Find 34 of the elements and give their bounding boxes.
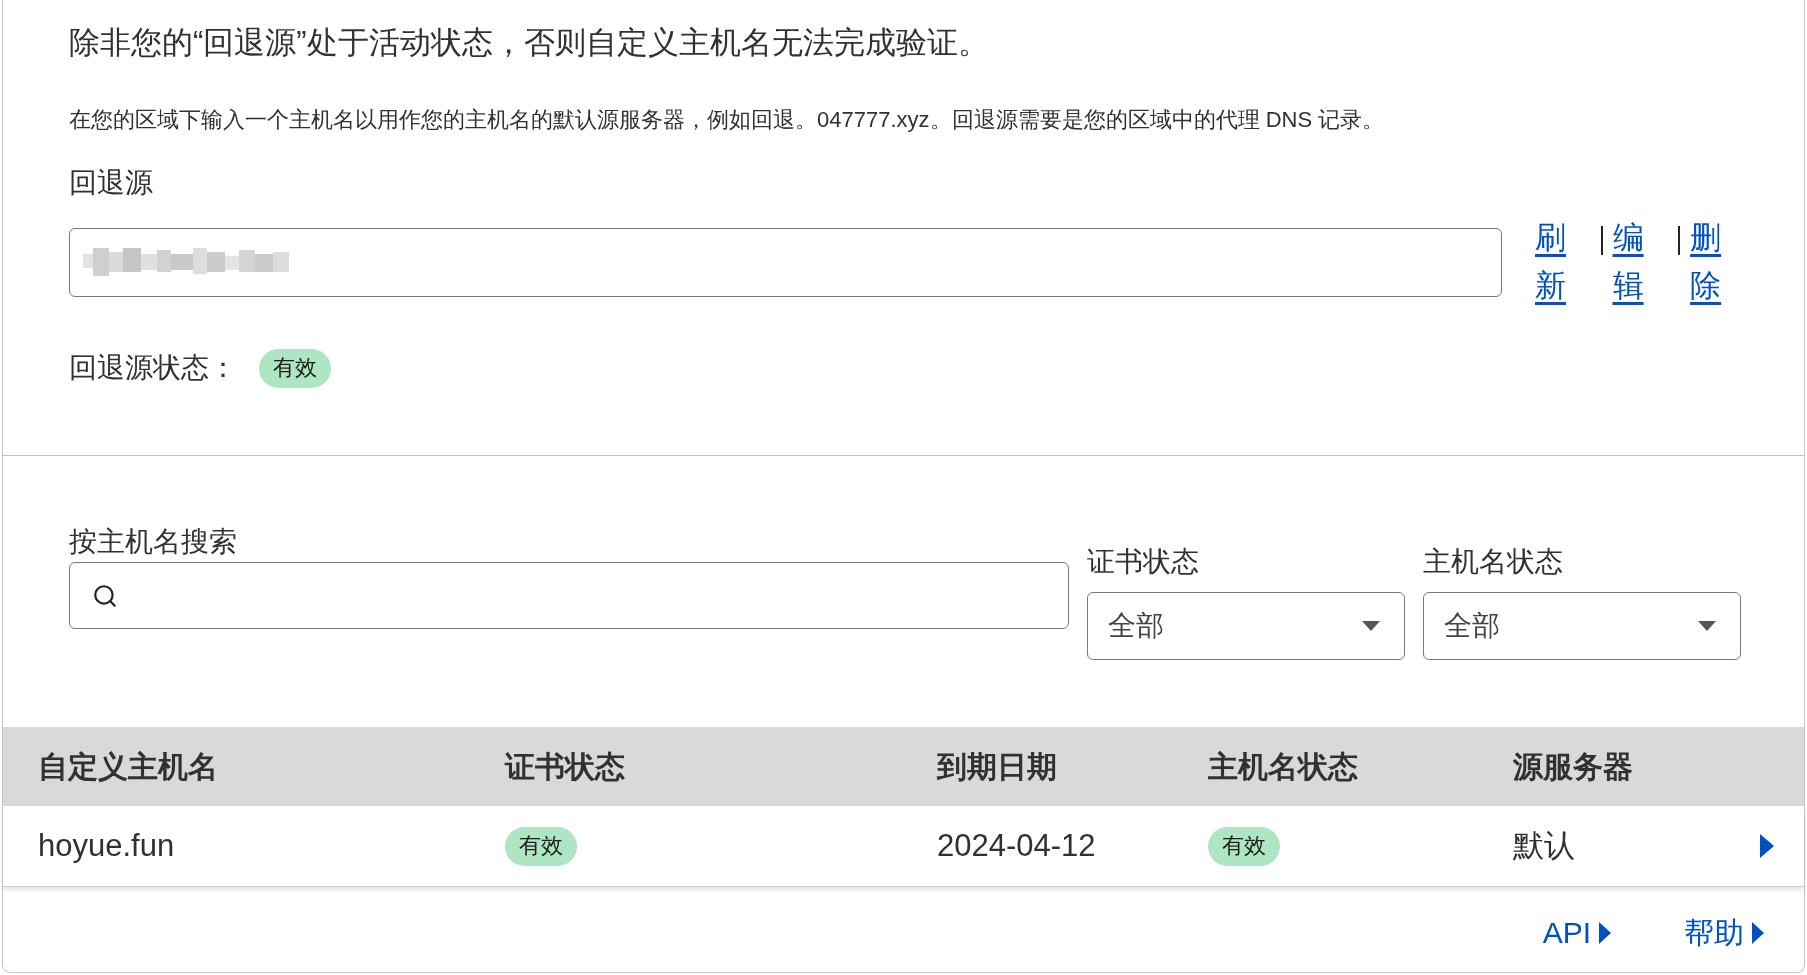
table-cell-text: 默认 bbox=[1513, 827, 1575, 865]
search-field[interactable] bbox=[69, 562, 1069, 629]
footer-link[interactable]: API bbox=[1542, 912, 1611, 953]
caret-right-icon bbox=[1599, 921, 1611, 944]
caret-down-icon bbox=[1698, 621, 1716, 631]
fallback-origin-field[interactable] bbox=[69, 227, 1502, 297]
caret-down-icon bbox=[1362, 621, 1380, 631]
caret-right-icon bbox=[1752, 921, 1764, 944]
status-select[interactable]: 全部 bbox=[1423, 592, 1741, 660]
search-icon bbox=[92, 582, 118, 609]
column-header: 到期日期 bbox=[937, 748, 1057, 785]
table-cell-text: hoyue.fun bbox=[38, 827, 175, 865]
section-heading: 除非您的“回退源”处于活动状态，否则自定义主机名无法完成验证。 bbox=[69, 24, 990, 62]
caret-right-icon bbox=[1760, 834, 1774, 858]
action-link[interactable]: 删除 bbox=[1690, 214, 1723, 310]
column-header: 自定义主机名 bbox=[38, 748, 218, 785]
status-badge: 有效 bbox=[1208, 826, 1280, 866]
action-link[interactable]: 编辑 bbox=[1612, 214, 1646, 310]
status-label: 回退源状态： bbox=[69, 351, 237, 385]
status-badge: 有效 bbox=[259, 348, 331, 388]
action-link[interactable]: 刷新 bbox=[1535, 214, 1568, 310]
column-header: 证书状态 bbox=[505, 748, 625, 785]
column-header: 源服务器 bbox=[1513, 748, 1633, 785]
field-label: 证书状态 bbox=[1087, 545, 1200, 579]
expand-row-button[interactable] bbox=[1760, 834, 1774, 858]
status-badge: 有效 bbox=[505, 826, 577, 866]
column-header: 主机名状态 bbox=[1208, 748, 1358, 785]
footer-link[interactable]: 帮助 bbox=[1684, 912, 1764, 953]
status-select[interactable]: 全部 bbox=[1087, 592, 1405, 660]
field-label: 主机名状态 bbox=[1423, 545, 1564, 579]
field-label: 按主机名搜索 bbox=[69, 525, 238, 559]
field-label: 回退源 bbox=[69, 166, 153, 200]
description-text: 在您的区域下输入一个主机名以用作您的主机名的默认源服务器，例如回退。047777.xyz。回退源需要是您的区域中的代理 DNS 记录。 bbox=[69, 106, 1386, 134]
table-cell-text: 2024-04-12 bbox=[937, 827, 1096, 865]
